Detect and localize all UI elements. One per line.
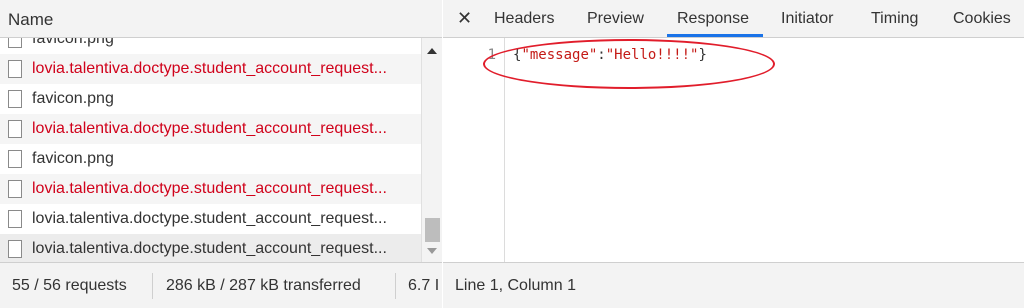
- file-icon: [8, 38, 22, 48]
- editor-status-bar: Line 1, Column 1: [443, 262, 1024, 308]
- transferred-size: 286 kB / 287 kB transferred: [166, 277, 361, 294]
- list-item[interactable]: lovia.talentiva.doctype.student_account_…: [0, 114, 421, 144]
- list-item[interactable]: lovia.talentiva.doctype.student_account_…: [0, 174, 421, 204]
- list-item[interactable]: lovia.talentiva.doctype.student_account_…: [0, 54, 421, 84]
- file-icon: [8, 240, 22, 258]
- request-detail-panel: ✕ Headers Preview Response Initiator Tim…: [443, 0, 1024, 308]
- tab-timing[interactable]: Timing: [871, 10, 918, 28]
- divider: [395, 273, 396, 299]
- name-column-label: Name: [8, 10, 54, 29]
- file-icon: [8, 180, 22, 198]
- list-item[interactable]: favicon.png: [0, 38, 421, 54]
- request-name: lovia.talentiva.doctype.student_account_…: [32, 60, 387, 77]
- file-icon: [8, 150, 22, 168]
- tab-headers[interactable]: Headers: [494, 10, 554, 28]
- cursor-position: Line 1, Column 1: [455, 277, 576, 294]
- request-name: lovia.talentiva.doctype.student_account_…: [32, 120, 387, 137]
- detail-tabs: ✕ Headers Preview Response Initiator Tim…: [443, 0, 1024, 38]
- network-summary-bar: 55 / 56 requests 286 kB / 287 kB transfe…: [0, 262, 442, 308]
- resources-size: 6.7 I: [408, 277, 440, 294]
- tab-initiator[interactable]: Initiator: [781, 10, 833, 28]
- file-icon: [8, 60, 22, 78]
- request-name: lovia.talentiva.doctype.student_account_…: [32, 240, 387, 257]
- request-list-panel: Name favicon.png lovia.talentiva.doctype…: [0, 0, 442, 308]
- name-column-header[interactable]: Name: [0, 0, 442, 38]
- active-tab-indicator: [667, 34, 763, 37]
- request-list: favicon.png lovia.talentiva.doctype.stud…: [0, 38, 421, 262]
- file-icon: [8, 120, 22, 138]
- response-viewer[interactable]: 1 {"message":"Hello!!!!"}: [443, 38, 1024, 262]
- request-name: favicon.png: [32, 90, 114, 107]
- scroll-up-arrow-icon[interactable]: [427, 48, 437, 54]
- scroll-down-arrow-icon[interactable]: [427, 248, 437, 254]
- file-icon: [8, 90, 22, 108]
- close-icon[interactable]: ✕: [457, 8, 472, 29]
- tab-response[interactable]: Response: [677, 10, 749, 28]
- request-name: favicon.png: [32, 150, 114, 167]
- request-name: lovia.talentiva.doctype.student_account_…: [32, 210, 387, 227]
- list-item[interactable]: favicon.png: [0, 144, 421, 174]
- scrollbar-thumb[interactable]: [425, 218, 440, 242]
- tab-preview[interactable]: Preview: [587, 10, 644, 28]
- request-list-scrollbar[interactable]: [421, 38, 442, 262]
- list-item-selected[interactable]: lovia.talentiva.doctype.student_account_…: [0, 234, 421, 262]
- devtools-network-panel: Name favicon.png lovia.talentiva.doctype…: [0, 0, 1024, 308]
- tab-cookies[interactable]: Cookies: [953, 10, 1011, 28]
- request-name: lovia.talentiva.doctype.student_account_…: [32, 180, 387, 197]
- list-item[interactable]: lovia.talentiva.doctype.student_account_…: [0, 204, 421, 234]
- request-count: 55 / 56 requests: [12, 277, 127, 294]
- annotation-ellipse: [483, 39, 775, 89]
- divider: [152, 273, 153, 299]
- file-icon: [8, 210, 22, 228]
- request-name: favicon.png: [32, 38, 114, 47]
- list-item[interactable]: favicon.png: [0, 84, 421, 114]
